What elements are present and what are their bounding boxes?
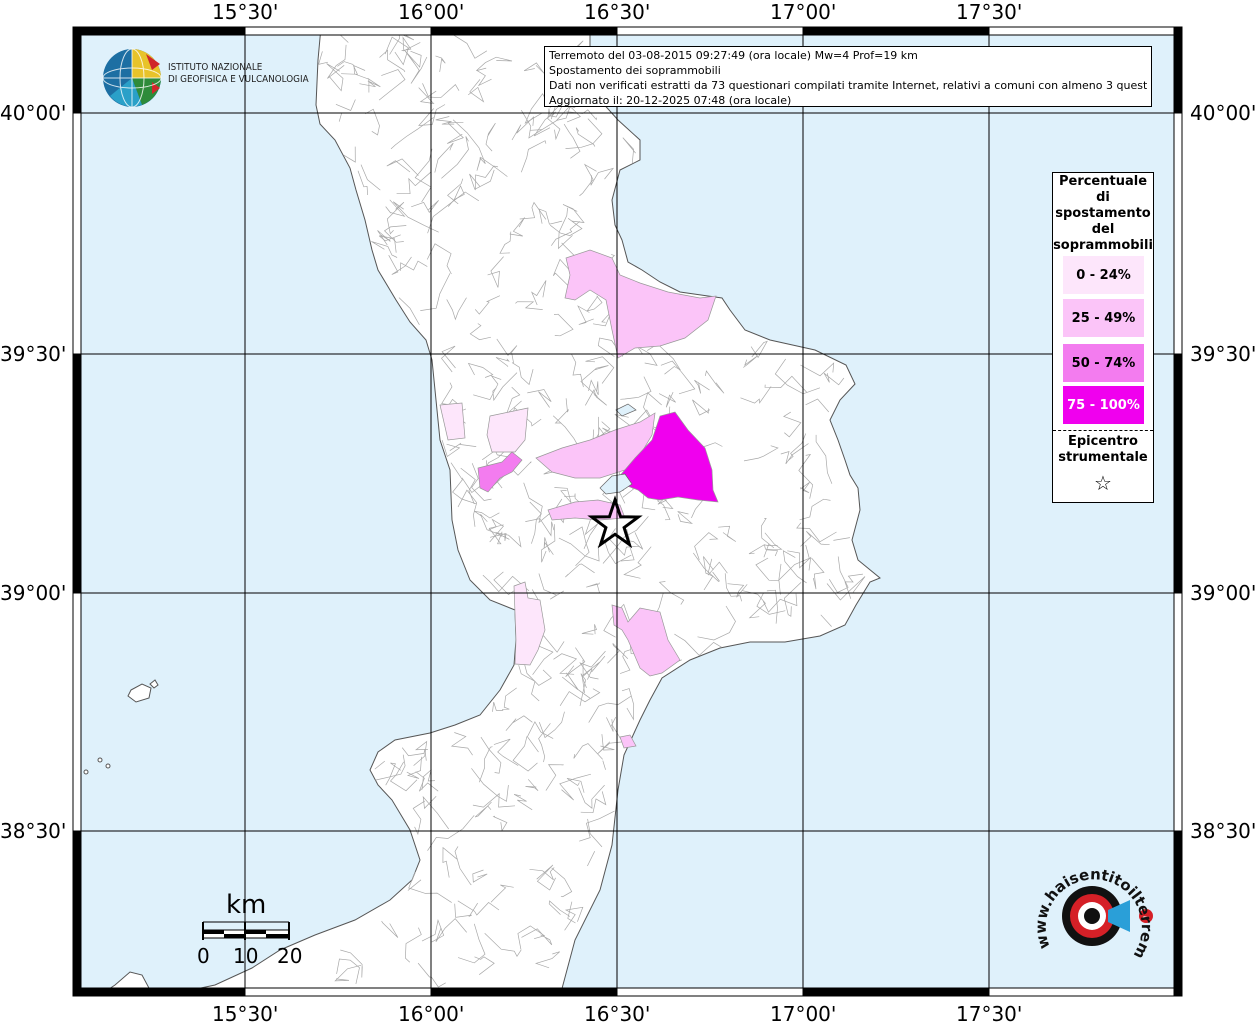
frame-segment [72,353,82,594]
frame-segment [802,26,990,36]
frame-segment [1173,592,1183,832]
legend-item-0-24: 0 - 24% [1063,256,1144,294]
legend-title: Percentuale di spostamento del soprammob… [1053,173,1153,254]
frame-segment [1173,26,1183,114]
lon-tick-bottom: 17°00' [770,1002,837,1026]
legend-title-line: di [1096,190,1110,205]
lat-tick-left: 38°30' [0,819,67,843]
frame-segment [72,830,82,997]
island [105,763,111,769]
epicenter-legend-line: Epicentro [1068,434,1138,449]
lon-tick-bottom: 16°00' [398,1002,465,1026]
legend-title-line: del [1091,222,1115,237]
updated-timestamp: Aggiornato il: 20-12-2025 07:48 (ora loc… [549,94,792,107]
legend-item-label: 0 - 24% [1076,267,1131,283]
event-title: Terremoto del 03-08-2015 09:27:49 (ora l… [549,49,918,62]
lat-tick-right: 40°00' [1190,101,1255,125]
epicenter-legend-label: Epicentro strumentale [1053,434,1153,466]
legend-title-line: Percentuale [1058,174,1148,189]
frame-segment [72,987,246,997]
legend-title-line: soprammobili [1053,238,1153,253]
lon-tick-top: 15°30' [212,0,279,24]
epicenter-legend-line: strumentale [1058,450,1148,465]
frame-segment [1173,353,1183,594]
scale-tick: 20 [277,944,303,968]
event-info-box: Terremoto del 03-08-2015 09:27:49 (ora l… [544,46,1152,107]
island [97,757,103,763]
lat-tick-left: 39°00' [0,581,67,605]
frame-segment [616,987,804,997]
legend: Percentuale di spostamento del soprammob… [1052,172,1154,503]
frame-segment [1173,830,1183,997]
lat-tick-left: 39°30' [0,342,67,366]
lon-tick-top: 16°00' [398,0,465,24]
ingv-name-line1: ISTITUTO NAZIONALE [168,62,263,73]
data-note: Dati non verificati estratti da 73 quest… [549,79,1147,92]
legend-item-label: 50 - 74% [1071,355,1136,371]
scale-tick: 10 [233,944,259,968]
frame-segment [72,112,82,355]
legend-divider [1053,430,1153,431]
lon-tick-top: 16°30' [584,0,651,24]
lat-tick-right: 39°30' [1190,342,1255,366]
frame-segment [72,592,82,832]
scale-unit: km [226,890,267,920]
frame-segment [988,987,1183,997]
island [83,769,89,775]
frame-segment [72,26,246,36]
map-subject: Spostamento dei soprammobili [549,64,721,77]
lat-tick-right: 38°30' [1190,819,1255,843]
frame-segment [988,26,1183,36]
legend-item-label: 75 - 100% [1067,397,1140,413]
lat-tick-left: 40°00' [0,101,67,125]
lon-tick-bottom: 17°30' [956,1002,1023,1026]
epicenter-legend-star-icon: ☆ [1094,471,1112,495]
ingv-name: ISTITUTO NAZIONALE DI GEOFISICA E VULCAN… [168,62,309,86]
scale-tick: 0 [197,944,210,968]
frame-segment [244,987,432,997]
lon-tick-bottom: 15°30' [212,1002,279,1026]
lon-tick-bottom: 16°30' [584,1002,651,1026]
legend-item-75-100: 75 - 100% [1063,386,1144,424]
legend-item-25-49: 25 - 49% [1063,299,1144,337]
legend-title-line: spostamento [1055,206,1151,221]
frame-segment [72,26,82,114]
frame-segment [1173,112,1183,355]
frame-segment [430,26,618,36]
frame-segment [244,26,432,36]
legend-item-label: 25 - 49% [1071,310,1136,326]
lat-tick-right: 39°00' [1190,581,1255,605]
haisentitoilterremoto-logo[interactable]: ~ www.haisentitoilterremoto.it [1030,862,1165,982]
ingv-name-line2: DI GEOFISICA E VULCANOLOGIA [168,74,309,85]
legend-item-50-74: 50 - 74% [1063,344,1144,382]
frame-segment [430,987,618,997]
lon-tick-top: 17°30' [956,0,1023,24]
lon-tick-top: 17°00' [770,0,837,24]
frame-segment [802,987,990,997]
frame-segment [616,26,804,36]
